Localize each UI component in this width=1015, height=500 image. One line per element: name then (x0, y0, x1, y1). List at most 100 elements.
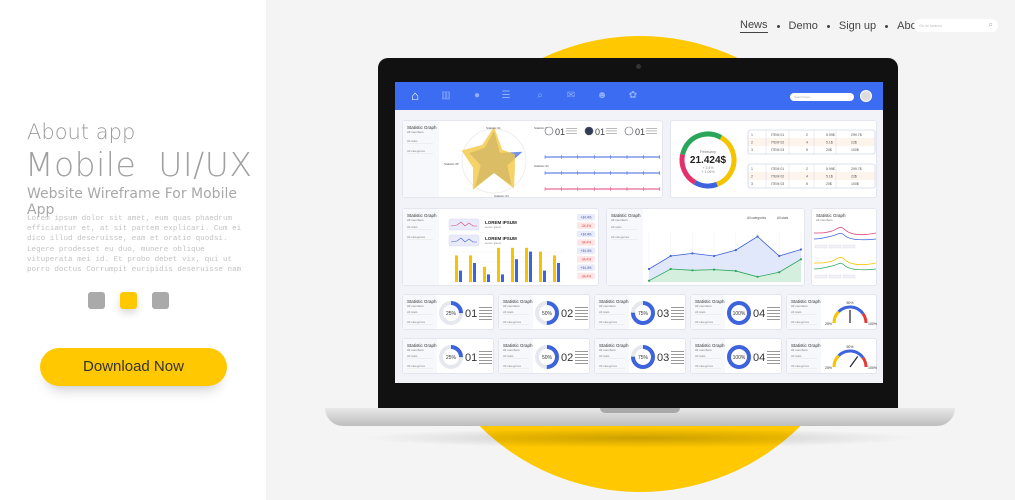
stats-dropdown[interactable]: All stats (407, 310, 433, 315)
carousel-dot-3[interactable] (152, 292, 169, 309)
category-dropdown[interactable]: All categories (407, 364, 433, 369)
table-cell: 2 (751, 175, 753, 179)
home-icon[interactable]: ⌂ (409, 89, 421, 102)
ring-number: 01 (465, 308, 477, 320)
users-icon[interactable]: ☻ (596, 90, 608, 102)
card-title: Statistic Graph All members (611, 213, 641, 223)
ring-text-line (575, 363, 588, 364)
category-dropdown[interactable]: All categories (599, 364, 625, 369)
carousel-dot-1[interactable] (88, 292, 105, 309)
ring-text-line (767, 357, 780, 358)
category-dropdown[interactable]: All categories (407, 149, 433, 154)
inbox-icon[interactable]: ☰ (500, 90, 512, 102)
category-dropdown[interactable]: All categories (695, 364, 721, 369)
ring-text-line (671, 351, 684, 352)
stats-filter: All stats (777, 216, 789, 220)
nav-separator (885, 24, 889, 28)
ring-text-line (671, 316, 684, 317)
chat-icon[interactable]: ● (471, 90, 483, 102)
sparkline-card: Statistic Graph All members (811, 208, 877, 286)
ring-text-line (479, 354, 492, 355)
search-icon[interactable]: ⌕ (534, 90, 546, 102)
ring-text-line (575, 357, 588, 358)
progress-ring: 25% 01 (439, 301, 492, 325)
category-dropdown[interactable]: All categories (791, 364, 817, 369)
category-dropdown[interactable]: All categories (611, 235, 637, 240)
laptop-shadow (360, 428, 920, 448)
data-point (734, 269, 737, 273)
download-button[interactable]: Download Now (40, 348, 227, 386)
radar-label: Statistic 03 (534, 164, 549, 168)
gauge-yellow (832, 310, 840, 324)
category-dropdown[interactable]: All categories (791, 320, 817, 325)
stats-dropdown[interactable]: All stats (407, 225, 433, 230)
search-icon[interactable]: ⌕ (989, 20, 993, 30)
table-cell: ITEM 03 (771, 148, 784, 152)
stats-dropdown[interactable]: All stats (407, 354, 433, 359)
table-cell: 5.99$ (826, 133, 835, 137)
ring-text-line (575, 316, 588, 317)
category-dropdown[interactable]: All categories (407, 235, 433, 240)
ring-text-line (479, 307, 492, 308)
progress-ring: 75% 03 (631, 301, 684, 325)
category-dropdown[interactable]: All categories (695, 320, 721, 325)
stats-dropdown[interactable]: All stats (599, 310, 625, 315)
stats-dropdown[interactable]: All stats (695, 310, 721, 315)
stats-dropdown[interactable]: All stats (503, 310, 529, 315)
stats-dropdown[interactable]: All stats (407, 139, 433, 144)
card-subtitle: All members (503, 304, 520, 308)
carousel-dot-2[interactable] (120, 292, 137, 309)
table-cell: 20$ (826, 148, 832, 152)
radar-label: Statistic 05 (444, 162, 459, 166)
legend-chip (842, 244, 856, 249)
search-input[interactable]: Go to search ⌕ (914, 19, 998, 32)
badge-text: -34.4% (581, 224, 591, 228)
ring-text-line (575, 307, 588, 308)
data-point (778, 254, 781, 258)
nav-news[interactable]: News (740, 19, 768, 33)
category-dropdown[interactable]: All categories (503, 364, 529, 369)
ring-text-line (575, 313, 588, 314)
dashboard-search-input[interactable]: Search here (790, 93, 854, 101)
hero-kicker: About app (27, 120, 136, 144)
ring-text-line (767, 360, 780, 361)
progress-ring: 100% 04 (727, 301, 780, 325)
stats-dropdown[interactable]: All stats (791, 354, 817, 359)
avatar[interactable] (860, 90, 872, 102)
progress-ring-card: Statistic Graph All members All stats All… (594, 294, 686, 330)
stats-dropdown[interactable]: All stats (791, 310, 817, 315)
category-dropdown[interactable]: All categories (407, 320, 433, 325)
progress-ring: 25% 01 (439, 345, 492, 369)
ring-text-line (479, 351, 492, 352)
stats-dropdown[interactable]: All stats (695, 354, 721, 359)
data-point (647, 279, 651, 282)
ring-text-line (767, 319, 780, 320)
area-card: Statistic Graph All members All stats All… (606, 208, 805, 286)
nav-demo[interactable]: Demo (789, 20, 818, 32)
stats-dropdown[interactable]: All stats (611, 225, 637, 230)
bar-blue (501, 274, 504, 282)
progress-ring-card: Statistic Graph All members All stats All… (498, 294, 590, 330)
category-dropdown[interactable]: All categories (503, 320, 529, 325)
progress-ring-card: Statistic Graph All members All stats All… (690, 294, 782, 330)
card-title: Statistic Graph All members (407, 343, 437, 353)
stats-dropdown[interactable]: All stats (503, 354, 529, 359)
card-subtitle: All members (791, 348, 808, 352)
mail-icon[interactable]: ✉ (565, 90, 577, 102)
step-radio (544, 126, 554, 136)
stats-dropdown[interactable]: All stats (599, 354, 625, 359)
legend-chip (814, 274, 828, 279)
ring-text-line (671, 307, 684, 308)
ring-text-line (479, 316, 492, 317)
ring-text-line (479, 319, 492, 320)
card-title: Statistic Graph All members (503, 343, 533, 353)
bar-chart-icon[interactable]: ▥ (440, 90, 452, 102)
donut-label: February (700, 149, 716, 154)
nav-signup[interactable]: Sign up (839, 20, 876, 32)
bar-yellow (553, 255, 556, 282)
table-cell: 4 (806, 141, 808, 145)
step-number: 01 (635, 127, 645, 137)
settings-icon[interactable]: ✿ (627, 90, 639, 102)
ring-number: 04 (753, 308, 765, 320)
category-dropdown[interactable]: All categories (599, 320, 625, 325)
